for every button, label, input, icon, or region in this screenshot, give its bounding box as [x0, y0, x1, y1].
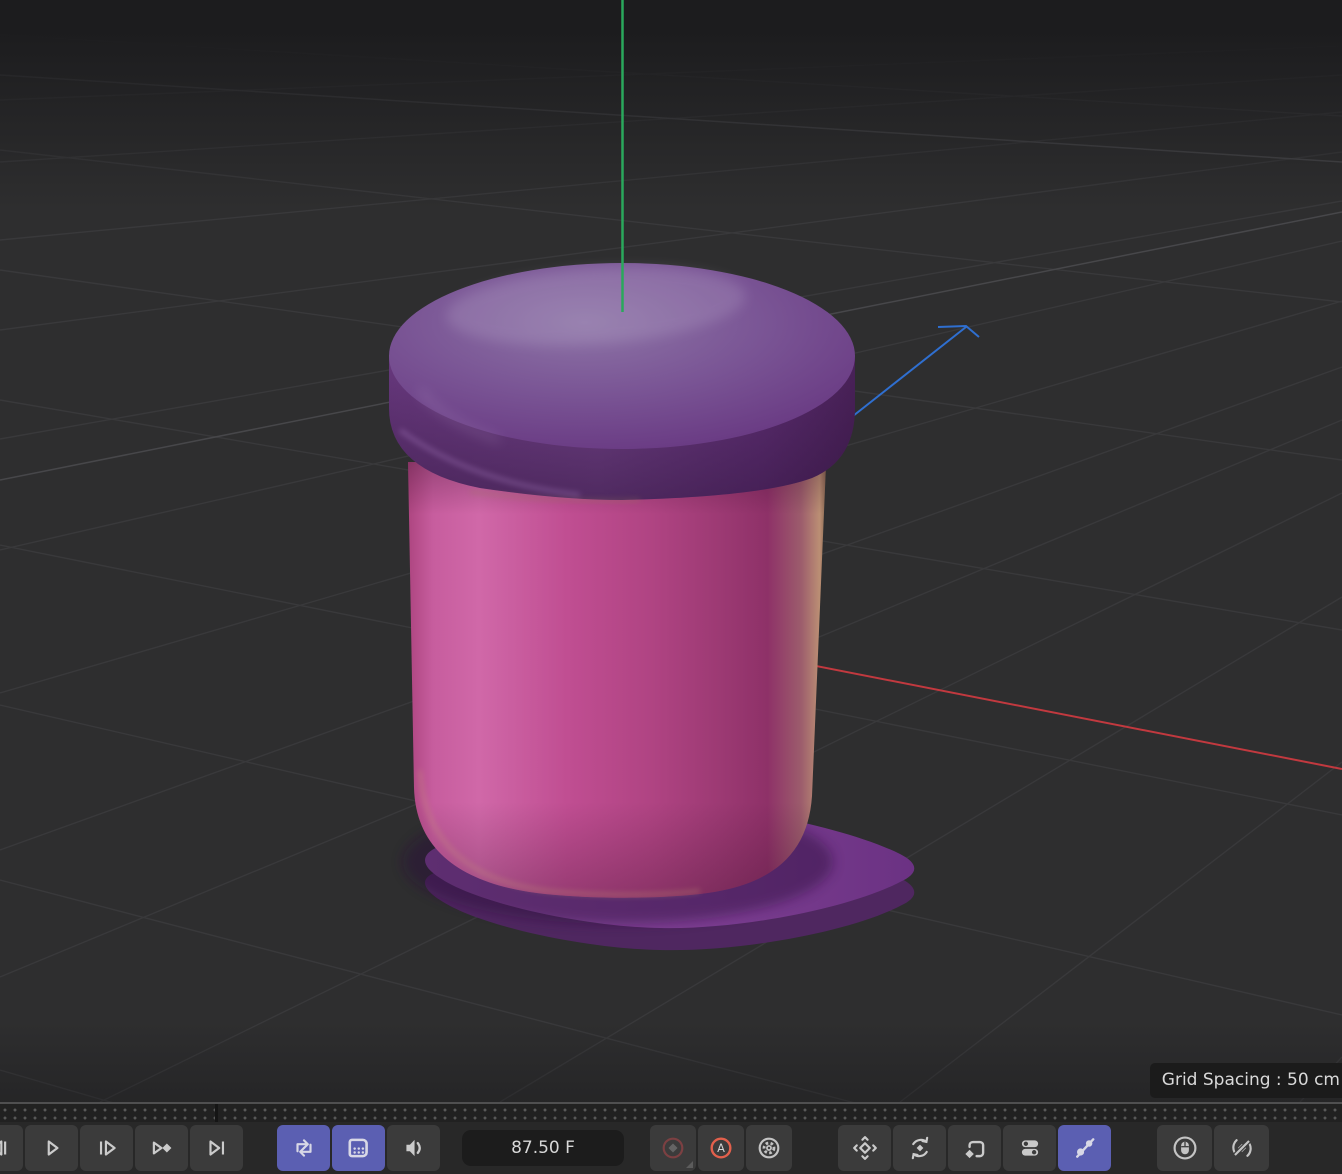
viewport-3d[interactable]: Grid Spacing : 50 cm [0, 0, 1342, 1102]
current-frame-value: 87.50 F [511, 1138, 575, 1158]
svg-text:A: A [717, 1141, 725, 1155]
loop-icon [291, 1135, 317, 1161]
orbit-off-icon [1229, 1135, 1255, 1161]
grid-spacing-label: Grid Spacing : 50 cm [1162, 1070, 1340, 1090]
playback-options-group [277, 1125, 440, 1171]
viewport-scene [0, 0, 1342, 1102]
playback-toolbar: 87.50 F A [0, 1122, 1342, 1174]
jump-to-next-keyframe-button[interactable] [135, 1125, 188, 1171]
key-translate-icon [852, 1135, 878, 1161]
next-keyframe-icon [149, 1135, 175, 1161]
audio-toggle-button[interactable] [387, 1125, 440, 1171]
playblast-preview-button[interactable] [332, 1125, 385, 1171]
playhead-marker[interactable] [215, 1104, 218, 1122]
next-frame-icon [94, 1135, 120, 1161]
animation-app-window: Grid Spacing : 50 cm [0, 0, 1342, 1174]
play-next-frame-button[interactable] [80, 1125, 133, 1171]
bottom-vignette [0, 1022, 1342, 1102]
jump-end-icon [204, 1135, 230, 1161]
key-translate-button[interactable] [838, 1125, 891, 1171]
frame-tick-dots [0, 1106, 1342, 1122]
orbit-disabled-button[interactable] [1214, 1125, 1269, 1171]
film-icon [346, 1135, 372, 1161]
keying-settings-button[interactable] [746, 1125, 792, 1171]
input-mode-group [1157, 1125, 1269, 1171]
record-icon [660, 1135, 686, 1161]
timeline-scrub-strip[interactable] [0, 1102, 1342, 1122]
loop-playback-button[interactable] [277, 1125, 330, 1171]
key-offset-icon [962, 1135, 988, 1161]
transport-group [0, 1125, 243, 1171]
dropdown-notch [686, 1161, 693, 1168]
key-tools-group [838, 1125, 1111, 1171]
prev-keyframe-icon [0, 1135, 10, 1161]
key-rotate-button[interactable] [893, 1125, 946, 1171]
jar-body[interactable] [408, 462, 826, 898]
speaker-icon [401, 1135, 427, 1161]
toggles-icon [1017, 1135, 1043, 1161]
gear-icon [756, 1135, 782, 1161]
mouse-input-button[interactable] [1157, 1125, 1212, 1171]
play-icon [39, 1135, 65, 1161]
mouse-icon [1172, 1135, 1198, 1161]
ghosts-off-icon [1072, 1135, 1098, 1161]
ghosts-disabled-button[interactable] [1058, 1125, 1111, 1171]
keying-mode-group: A [650, 1125, 792, 1171]
interpolation-toggles-button[interactable] [1003, 1125, 1056, 1171]
record-keyframes-button[interactable] [650, 1125, 696, 1171]
grid-spacing-tooltip: Grid Spacing : 50 cm [1150, 1063, 1342, 1098]
jump-to-previous-keyframe-button[interactable] [0, 1125, 23, 1171]
auto-keying-button[interactable]: A [698, 1125, 744, 1171]
key-rotate-icon [907, 1135, 933, 1161]
jump-to-end-button[interactable] [190, 1125, 243, 1171]
play-button[interactable] [25, 1125, 78, 1171]
key-offset-button[interactable] [948, 1125, 1001, 1171]
current-frame-field[interactable]: 87.50 F [462, 1130, 624, 1166]
horizon-band [0, 0, 1342, 210]
autokey-icon: A [708, 1135, 734, 1161]
